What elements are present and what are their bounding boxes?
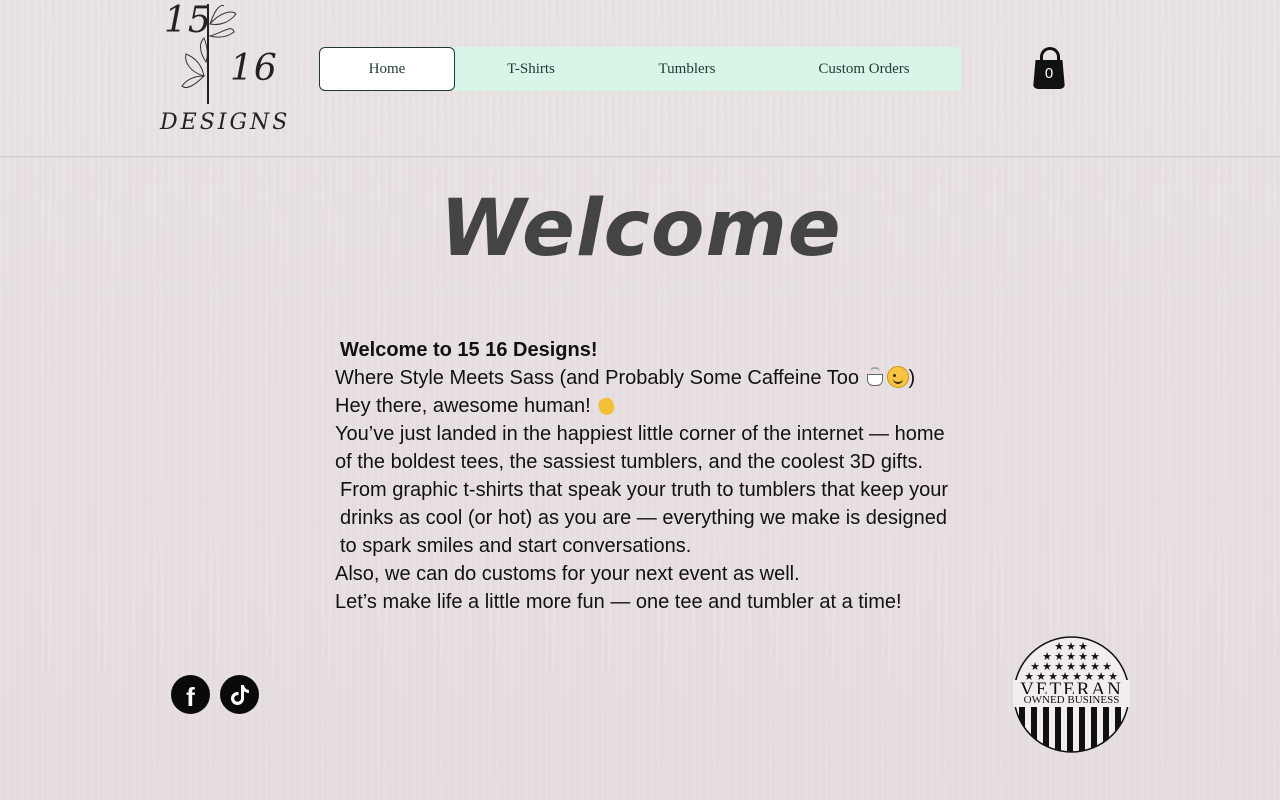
nav-item-t-shirts[interactable]: T-Shirts [455, 47, 607, 91]
intro-tagline-close: ) [908, 367, 916, 389]
intro-paragraph-4: Let’s make life a little more fun — one … [335, 591, 902, 613]
nav-item-tumblers[interactable]: Tumblers [607, 47, 767, 91]
social-links: f [171, 675, 259, 714]
intro-heading: Welcome to 15 16 Designs! [340, 339, 598, 361]
nav-item-custom-orders[interactable]: Custom Orders [767, 47, 961, 91]
facebook-link[interactable]: f [171, 675, 210, 714]
intro-greeting: Hey there, awesome human! [335, 392, 955, 420]
main-nav: Home T-Shirts Tumblers Custom Orders [319, 47, 961, 91]
logo-stem [207, 4, 209, 104]
intro-paragraph-2: From graphic t-shirts that speak your tr… [340, 479, 949, 557]
veteran-owned-badge: ★ ★ ★ ★ ★ ★ ★ ★ ★ ★ ★ ★ ★ ★ ★ ★ ★ ★ ★ ★ ★ ★ ★ VETERAN OWNED… [1013, 636, 1130, 753]
winking-face-icon [886, 366, 909, 388]
cart-count: 0 [1044, 65, 1054, 82]
intro-paragraph-3: Also, we can do customs for your next ev… [335, 563, 800, 585]
intro-greeting-text: Hey there, awesome human! [335, 395, 591, 417]
site-logo[interactable]: 15 16 DESIGNS [160, 0, 287, 140]
intro-tagline-text: Where Style Meets Sass (and Probably Som… [335, 367, 859, 389]
cart-button[interactable]: 0 [1032, 47, 1066, 89]
logo-wordmark: DESIGNS [160, 110, 291, 135]
page-title: Welcome [440, 184, 842, 274]
logo-number-16: 16 [230, 48, 278, 89]
badge-line-owned-business: OWNED BUSINESS [1013, 694, 1130, 707]
tiktok-link[interactable] [220, 675, 259, 714]
intro-paragraph-1: You’ve just landed in the happiest littl… [335, 423, 945, 473]
intro-tagline: Where Style Meets Sass (and Probably Som… [335, 364, 955, 392]
nav-item-home[interactable]: Home [319, 47, 455, 91]
logo-number-15: 15 [164, 0, 212, 41]
facebook-icon: f [186, 681, 195, 712]
tiktok-icon [230, 684, 249, 705]
waving-hand-icon [596, 394, 618, 418]
background-wood-seam [0, 156, 1280, 159]
intro-text-block: Welcome to 15 16 Designs! Where Style Me… [335, 336, 955, 616]
coffee-cup-icon [865, 366, 887, 388]
